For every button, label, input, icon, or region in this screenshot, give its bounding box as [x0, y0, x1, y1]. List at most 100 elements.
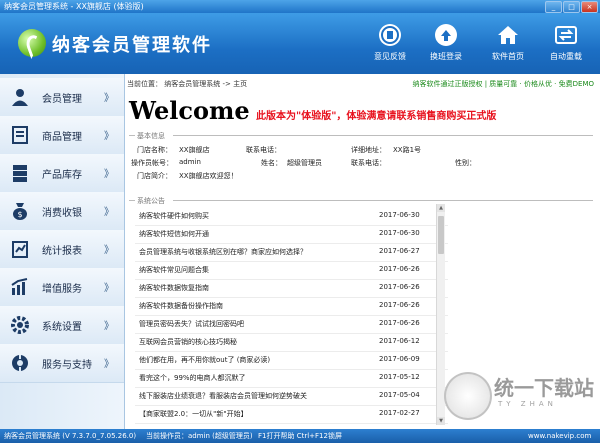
- sidebar-item-inventory[interactable]: 产品库存 》: [0, 154, 124, 193]
- member-icon: [12, 89, 28, 106]
- support-icon: [12, 355, 28, 371]
- address-label: 详细地址：: [351, 146, 386, 154]
- switch-user-icon: [435, 24, 457, 46]
- list-item[interactable]: 纳客软件短信如何开通 2017-06-30: [135, 225, 448, 244]
- announcement-date: 2017-06-26: [379, 265, 420, 273]
- switch-user-label: 换班登录: [430, 52, 462, 61]
- announcement-title: 会员管理系统与收银系统区别在哪？商家应如何选择？: [139, 248, 307, 256]
- minimize-button[interactable]: _: [545, 1, 562, 13]
- sidebar: 会员管理 》 商品管理 》 产品库存 》 $ 消费收银 》 统计报表 》 增值服…: [0, 74, 125, 429]
- announcement-title: 线下服装店业绩衰退？看服装店会员管理如何逆势破关: [139, 392, 307, 400]
- announcement-title: 看完这个，99%的电商人都沉默了: [139, 374, 246, 382]
- list-item[interactable]: 会员管理系统与收银系统区别在哪？商家应如何选择？ 2017-06-27: [135, 243, 448, 262]
- announcement-date: 2017-06-12: [379, 337, 420, 345]
- announcement-date: 2017-02-27: [379, 409, 420, 417]
- announcement-date: 2017-06-26: [379, 319, 420, 327]
- website-link[interactable]: www.nakevip.com: [528, 429, 591, 443]
- sidebar-item-label: 消费收银: [42, 208, 82, 219]
- value-added-icon: [11, 278, 28, 295]
- basic-info-heading: 基本信息: [137, 132, 165, 140]
- settings-icon: [11, 316, 29, 334]
- scroll-up-arrow-icon[interactable]: ▲: [437, 204, 445, 212]
- chevron-right-icon: 》: [104, 359, 114, 370]
- divider: [173, 135, 593, 136]
- announcement-title: 纳客软件数据备份操作指南: [139, 302, 223, 310]
- divider: [129, 200, 135, 201]
- announcement-list: 纳客软件硬件如何购买 2017-06-30 纳客软件短信如何开通 2017-06-3…: [135, 207, 448, 425]
- watermark-text: 统一下载站: [494, 376, 594, 400]
- operator-text: 当前操作员：admin (超级管理员): [146, 432, 253, 440]
- sidebar-item-support[interactable]: 服务与支持 》: [0, 344, 124, 383]
- version-text: 纳客会员管理系统 (V 7.3.7.0_7.05.26.0): [4, 432, 137, 440]
- switch-user-button[interactable]: 换班登录: [420, 23, 472, 71]
- announcement-date: 2017-05-04: [379, 391, 420, 399]
- sidebar-item-cashier[interactable]: $ 消费收银 》: [0, 192, 124, 231]
- authorization-notice[interactable]: 纳客软件通过正版授权 | 质量可靠 · 价格从优 · 免费DEMO: [412, 79, 594, 89]
- reload-icon: [555, 26, 577, 44]
- cashier-icon: $: [13, 203, 27, 220]
- announcement-title: 他们都在用，再不用你就out了 (商家必读): [139, 356, 271, 364]
- list-item[interactable]: 纳客软件硬件如何购买 2017-06-30: [135, 207, 448, 226]
- reload-label: 自动重载: [550, 52, 582, 61]
- scrollbar-thumb[interactable]: [438, 216, 444, 254]
- chevron-right-icon: 》: [104, 245, 114, 256]
- feedback-button[interactable]: 意见反馈: [364, 23, 416, 71]
- divider: [129, 135, 135, 136]
- operator-value: admin: [179, 158, 201, 166]
- announcement-title: 纳客软件短信如何开通: [139, 230, 209, 238]
- chevron-right-icon: 》: [104, 283, 114, 294]
- list-item[interactable]: 线下服装店业绩衰退？看服装店会员管理如何逆势破关 2017-05-04: [135, 387, 448, 406]
- intro-label: 门店简介：: [137, 172, 172, 180]
- list-item[interactable]: 纳客软件数据备份操作指南 2017-06-26: [135, 297, 448, 316]
- list-item[interactable]: 看完这个，99%的电商人都沉默了 2017-05-12: [135, 369, 448, 388]
- name-value: 超级管理员: [287, 159, 322, 167]
- operator-label: 操作员帐号：: [131, 159, 173, 167]
- announcement-date: 2017-05-12: [379, 373, 420, 381]
- list-item[interactable]: 纳客软件数据恢复指南 2017-06-26: [135, 279, 448, 298]
- chevron-right-icon: 》: [104, 169, 114, 180]
- report-icon: [12, 241, 28, 258]
- welcome-heading: Welcome: [129, 96, 250, 125]
- home-label: 软件首页: [492, 52, 524, 61]
- window-title: 纳客会员管理系统 - XX旗舰店 (体验版): [4, 2, 144, 11]
- home-button[interactable]: 软件首页: [482, 23, 534, 71]
- sidebar-item-members[interactable]: 会员管理 》: [0, 78, 124, 117]
- list-item[interactable]: 纳客软件常见问题合集 2017-06-26: [135, 261, 448, 280]
- window-controls: _ □ ×: [545, 1, 598, 13]
- list-item[interactable]: 他们都在用，再不用你就out了 (商家必读) 2017-06-09: [135, 351, 448, 370]
- sidebar-item-settings[interactable]: 系统设置 》: [0, 306, 124, 345]
- feedback-icon: [379, 24, 401, 46]
- divider: [173, 200, 593, 201]
- breadcrumb: 当前位置： 纳客会员管理系统 -> 主页: [127, 80, 248, 88]
- chevron-right-icon: 》: [104, 93, 114, 104]
- announcement-title: 【商家联盟2.0：一切从"新"开始】: [139, 410, 248, 418]
- sidebar-item-products[interactable]: 商品管理 》: [0, 116, 124, 155]
- announcement-date: 2017-06-26: [379, 283, 420, 291]
- sidebar-item-label: 系统设置: [42, 322, 82, 333]
- maximize-button[interactable]: □: [563, 1, 580, 13]
- contact-label: 联系电话：: [351, 159, 386, 167]
- sidebar-item-label: 商品管理: [42, 132, 82, 143]
- chevron-right-icon: 》: [104, 321, 114, 332]
- announcement-date: 2017-06-30: [379, 229, 420, 237]
- site-watermark: 统一下载站 TY ZHAN: [440, 368, 600, 424]
- sidebar-item-label: 增值服务: [42, 284, 82, 295]
- window-titlebar: 纳客会员管理系统 - XX旗舰店 (体验版) _ □ ×: [0, 0, 600, 13]
- announcement-title: 互联网会员营销的核心技巧揭秘: [139, 338, 237, 346]
- address-value: XX路1号: [393, 146, 422, 154]
- product-icon: [12, 126, 28, 144]
- announcements-heading: 系统公告: [137, 197, 165, 205]
- list-item[interactable]: 管理员密码丢失？试试找回密码吧 2017-06-26: [135, 315, 448, 334]
- reload-button[interactable]: 自动重载: [540, 23, 592, 71]
- sidebar-item-label: 服务与支持: [42, 360, 92, 371]
- list-item[interactable]: 【商家联盟2.0：一切从"新"开始】 2017-02-27: [135, 405, 448, 424]
- sidebar-item-label: 会员管理: [42, 94, 82, 105]
- chevron-right-icon: 》: [104, 207, 114, 218]
- feedback-label: 意见反馈: [374, 52, 406, 61]
- inventory-icon: [13, 165, 27, 182]
- close-button[interactable]: ×: [581, 1, 598, 13]
- list-item[interactable]: 互联网会员营销的核心技巧揭秘 2017-06-12: [135, 333, 448, 352]
- sidebar-item-reports[interactable]: 统计报表 》: [0, 230, 124, 269]
- sidebar-item-value-added[interactable]: 增值服务 》: [0, 268, 124, 307]
- shortcut-text: F1打开帮助 Ctrl+F12锁屏: [258, 432, 342, 440]
